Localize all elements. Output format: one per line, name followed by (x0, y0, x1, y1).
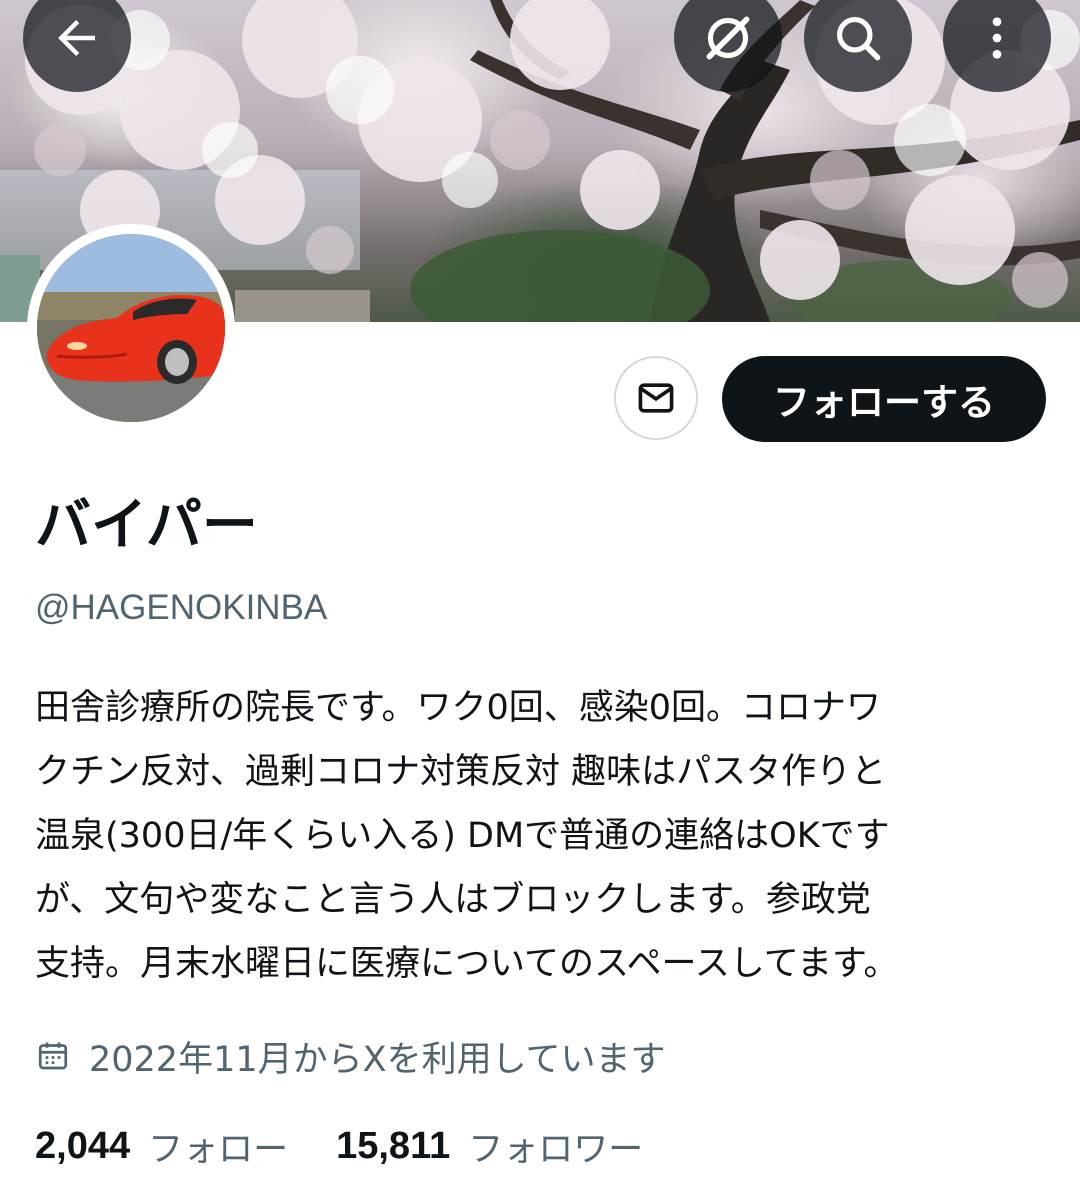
followers-label: フォロワー (468, 1129, 644, 1170)
joined-text: 2022年11月からXを利用しています (89, 1039, 666, 1080)
avatar-image (37, 234, 225, 422)
profile-bio: 田舎診療所の院長です。ワク0回、感染0回。コロナワ クチン反対、過剰コロナ対策反… (35, 676, 1045, 996)
mail-icon (634, 376, 678, 420)
profile-avatar[interactable] (27, 224, 235, 432)
display-name: バイパー (35, 493, 258, 558)
grok-icon (700, 10, 756, 66)
arrow-left-icon (50, 11, 104, 65)
joined-date: 2022年11月からXを利用しています (35, 1030, 666, 1082)
search-icon (832, 12, 884, 64)
follow-button[interactable]: フォローする (722, 356, 1046, 442)
bio-line: 支持。月末水曜日に医療についてのスペースしてます。 (35, 944, 899, 984)
bio-line: が、文句や変なこと言う人はブロックします。参政党 (35, 880, 871, 920)
followers-link[interactable]: 15,811 フォロワー (336, 1121, 643, 1172)
follow-stats: 2,044 フォロー 15,811 フォロワー (35, 1120, 643, 1172)
bio-line: クチン反対、過剰コロナ対策反対 趣味はパスタ作りと (35, 752, 887, 792)
bio-line: 田舎診療所の院長です。ワク0回、感染0回。コロナワ (35, 688, 882, 728)
following-link[interactable]: 2,044 フォロー (35, 1121, 288, 1172)
more-vertical-icon (971, 12, 1023, 64)
bio-line: 温泉(300日/年くらい入る) DMで普通の連絡はOKです (35, 816, 890, 856)
following-label: フォロー (148, 1129, 289, 1170)
user-handle: @HAGENOKINBA (35, 588, 328, 627)
calendar-icon (35, 1038, 71, 1074)
message-button[interactable] (614, 356, 698, 440)
following-count: 2,044 (35, 1124, 131, 1167)
followers-count: 15,811 (336, 1124, 451, 1167)
